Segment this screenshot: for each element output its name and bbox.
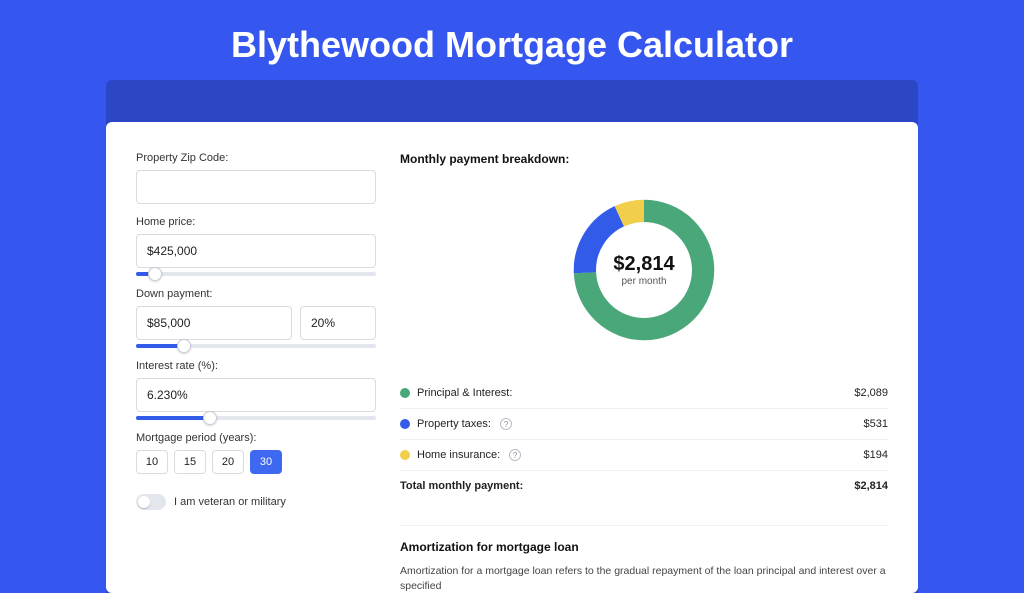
veteran-toggle-row: I am veteran or military — [136, 494, 376, 510]
veteran-toggle-label: I am veteran or military — [174, 496, 286, 508]
breakdown-title: Monthly payment breakdown: — [400, 152, 888, 166]
donut-chart-wrap: $2,814 per month — [400, 186, 888, 358]
slider-thumb[interactable] — [177, 339, 191, 353]
slider-thumb[interactable] — [203, 411, 217, 425]
slider-fill — [136, 416, 210, 420]
inputs-column: Property Zip Code: Home price: Down paym… — [136, 152, 376, 593]
help-icon[interactable]: ? — [509, 449, 521, 461]
legend-item-label: Principal & Interest: — [417, 387, 512, 399]
down-payment-input[interactable] — [136, 306, 292, 340]
legend-dot-icon — [400, 450, 410, 460]
down-payment-field-group: Down payment: — [136, 288, 376, 348]
legend-item-value: $2,089 — [854, 387, 888, 399]
legend-total-label: Total monthly payment: — [400, 480, 523, 492]
down-payment-label: Down payment: — [136, 288, 376, 300]
interest-rate-field-group: Interest rate (%): — [136, 360, 376, 420]
header-strip — [106, 80, 918, 122]
legend-dot-icon — [400, 388, 410, 398]
donut-center-sub: per month — [621, 276, 666, 287]
page-title: Blythewood Mortgage Calculator — [0, 0, 1024, 80]
legend-total-value: $2,814 — [854, 480, 888, 492]
home-price-field-group: Home price: — [136, 216, 376, 276]
period-option-30[interactable]: 30 — [250, 450, 282, 474]
legend-row: Home insurance:? $194 — [400, 440, 888, 471]
legend-dot-icon — [400, 419, 410, 429]
period-segment: 10152030 — [136, 450, 376, 474]
home-price-slider[interactable] — [136, 272, 376, 276]
interest-rate-label: Interest rate (%): — [136, 360, 376, 372]
home-price-input[interactable] — [136, 234, 376, 268]
legend-item-value: $531 — [864, 418, 888, 430]
slider-thumb[interactable] — [148, 267, 162, 281]
donut-chart: $2,814 per month — [566, 192, 722, 348]
period-option-20[interactable]: 20 — [212, 450, 244, 474]
legend: Principal & Interest: $2,089 Property taxe… — [400, 378, 888, 501]
period-option-15[interactable]: 15 — [174, 450, 206, 474]
breakdown-column: Monthly payment breakdown: $2,814 per mo… — [400, 152, 888, 593]
donut-center: $2,814 per month — [566, 192, 722, 348]
legend-item-label: Property taxes: — [417, 418, 491, 430]
period-label: Mortgage period (years): — [136, 432, 376, 444]
amortization-text: Amortization for a mortgage loan refers … — [400, 564, 888, 593]
legend-row: Principal & Interest: $2,089 — [400, 378, 888, 409]
legend-item-value: $194 — [864, 449, 888, 461]
legend-total-row: Total monthly payment: $2,814 — [400, 471, 888, 501]
donut-center-value: $2,814 — [613, 253, 674, 276]
interest-rate-input[interactable] — [136, 378, 376, 412]
down-payment-slider[interactable] — [136, 344, 376, 348]
down-payment-pct-input[interactable] — [300, 306, 376, 340]
zip-input[interactable] — [136, 170, 376, 204]
amortization-title: Amortization for mortgage loan — [400, 540, 888, 554]
veteran-toggle[interactable] — [136, 494, 166, 510]
period-field-group: Mortgage period (years): 10152030 — [136, 432, 376, 474]
legend-item-label: Home insurance: — [417, 449, 500, 461]
interest-rate-slider[interactable] — [136, 416, 376, 420]
zip-label: Property Zip Code: — [136, 152, 376, 164]
zip-field-group: Property Zip Code: — [136, 152, 376, 204]
home-price-label: Home price: — [136, 216, 376, 228]
amortization-section: Amortization for mortgage loan Amortizat… — [400, 525, 888, 593]
help-icon[interactable]: ? — [500, 418, 512, 430]
period-option-10[interactable]: 10 — [136, 450, 168, 474]
legend-row: Property taxes:? $531 — [400, 409, 888, 440]
calculator-card: Property Zip Code: Home price: Down paym… — [106, 122, 918, 593]
